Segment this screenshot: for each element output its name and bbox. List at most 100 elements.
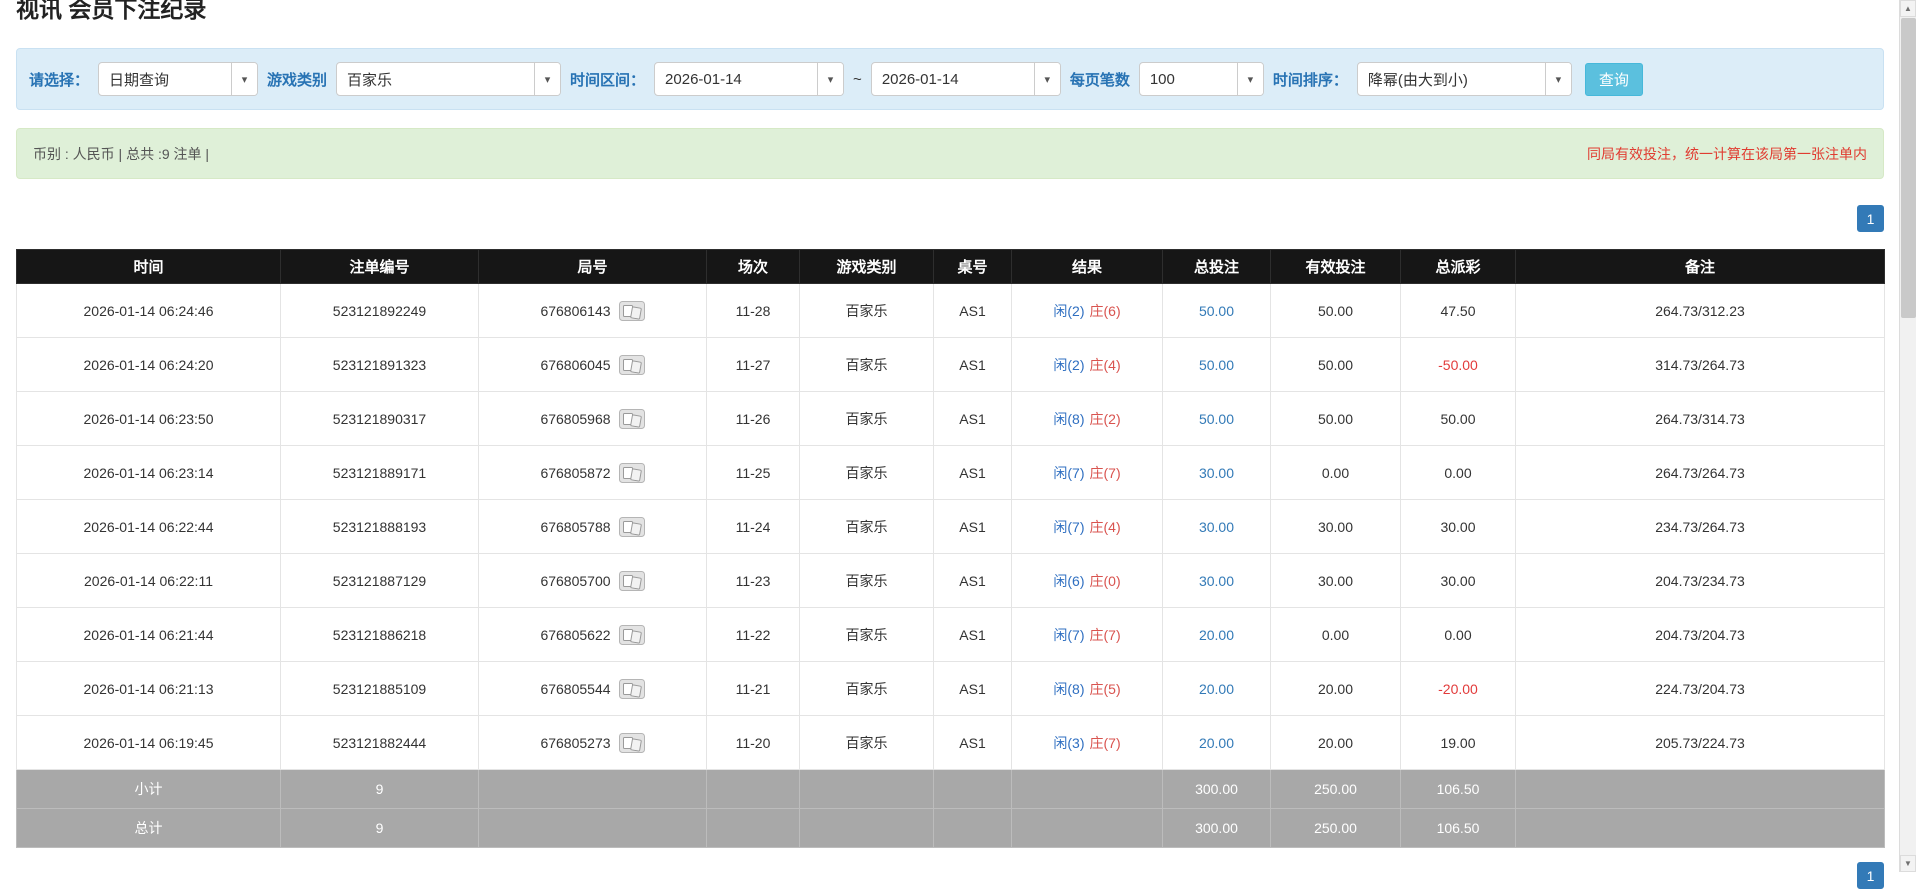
table-no: AS1 bbox=[933, 607, 1012, 662]
total-bet-link[interactable]: 30.00 bbox=[1199, 465, 1234, 481]
col-table-no: 桌号 bbox=[933, 249, 1012, 284]
bet-id: 523121882444 bbox=[280, 715, 479, 770]
replay-icon[interactable] bbox=[618, 678, 645, 699]
chevron-down-icon: ▾ bbox=[231, 63, 258, 95]
search-button[interactable]: 查询 bbox=[1584, 62, 1643, 96]
replay-icon[interactable] bbox=[618, 516, 645, 537]
page-1-button[interactable]: 1 bbox=[1857, 205, 1884, 232]
page-1-button-bottom[interactable]: 1 bbox=[1857, 862, 1884, 889]
replay-icon[interactable] bbox=[618, 732, 645, 753]
sort-label: 时间排序： bbox=[1272, 71, 1348, 89]
chevron-down-icon: ▾ bbox=[1236, 63, 1263, 95]
result-cell: 闲(8) 庄(2) bbox=[1011, 391, 1163, 446]
valid-bet: 0.00 bbox=[1270, 607, 1401, 662]
sort-value: 降幂(由大到小) bbox=[1367, 71, 1468, 89]
col-round-id: 局号 bbox=[478, 249, 707, 284]
total-bet-link[interactable]: 20.00 bbox=[1199, 681, 1234, 697]
total-bet-link[interactable]: 50.00 bbox=[1199, 303, 1234, 319]
round-id: 676806143 bbox=[540, 302, 611, 319]
round-id: 676805700 bbox=[540, 572, 611, 589]
query-type-select[interactable]: 日期查询 ▾ bbox=[98, 62, 259, 96]
replay-icon[interactable] bbox=[618, 300, 645, 321]
replay-icon[interactable] bbox=[618, 570, 645, 591]
table-row: 2026-01-14 06:21:44 523121886218 6768056… bbox=[16, 607, 1885, 662]
payout: -20.00 bbox=[1400, 661, 1516, 716]
total-payout: 106.50 bbox=[1400, 808, 1516, 848]
result-cell: 闲(6) 庄(0) bbox=[1011, 553, 1163, 608]
valid-bet: 20.00 bbox=[1270, 715, 1401, 770]
note: 264.73/264.73 bbox=[1515, 445, 1885, 500]
result-banker: 庄(0) bbox=[1089, 572, 1121, 589]
valid-bet: 30.00 bbox=[1270, 553, 1401, 608]
sort-select[interactable]: 降幂(由大到小) ▾ bbox=[1356, 62, 1572, 96]
round-id: 676805544 bbox=[540, 680, 611, 697]
result-player: 闲(8) bbox=[1053, 680, 1085, 697]
table-row: 2026-01-14 06:23:50 523121890317 6768059… bbox=[16, 391, 1885, 446]
round-cell: 676805700 bbox=[478, 553, 707, 608]
result-player: 闲(3) bbox=[1053, 734, 1085, 751]
bet-id: 523121886218 bbox=[280, 607, 479, 662]
table-no: AS1 bbox=[933, 283, 1012, 338]
bet-time: 2026-01-14 06:21:44 bbox=[16, 607, 281, 662]
valid-bet: 50.00 bbox=[1270, 337, 1401, 392]
total-bet-link[interactable]: 30.00 bbox=[1199, 519, 1234, 535]
total-bet-link[interactable]: 50.00 bbox=[1199, 357, 1234, 373]
result-player: 闲(7) bbox=[1053, 626, 1085, 643]
game-type: 百家乐 bbox=[799, 715, 934, 770]
payout: 30.00 bbox=[1400, 499, 1516, 554]
col-valid-bet: 有效投注 bbox=[1270, 249, 1401, 284]
replay-icon[interactable] bbox=[618, 624, 645, 645]
bet-time: 2026-01-14 06:21:13 bbox=[16, 661, 281, 716]
bet-id: 523121890317 bbox=[280, 391, 479, 446]
round-cell: 676805968 bbox=[478, 391, 707, 446]
round-id: 676805273 bbox=[540, 734, 611, 751]
total-bet-link[interactable]: 20.00 bbox=[1199, 627, 1234, 643]
note: 314.73/264.73 bbox=[1515, 337, 1885, 392]
result-cell: 闲(7) 庄(4) bbox=[1011, 499, 1163, 554]
result-cell: 闲(2) 庄(4) bbox=[1011, 337, 1163, 392]
game-type-value: 百家乐 bbox=[347, 71, 393, 89]
replay-icon[interactable] bbox=[618, 354, 645, 375]
game-type: 百家乐 bbox=[799, 661, 934, 716]
table-row: 2026-01-14 06:22:44 523121888193 6768057… bbox=[16, 499, 1885, 554]
chevron-down-icon: ▾ bbox=[1033, 63, 1060, 95]
scroll-down-icon[interactable]: ▼ bbox=[1900, 855, 1916, 872]
replay-icon[interactable] bbox=[618, 462, 645, 483]
total-label: 总计 bbox=[16, 808, 281, 848]
result-cell: 闲(2) 庄(6) bbox=[1011, 283, 1163, 338]
total-bet-link[interactable]: 30.00 bbox=[1199, 573, 1234, 589]
col-game-type: 游戏类别 bbox=[799, 249, 934, 284]
vertical-scrollbar[interactable]: ▲ ▼ bbox=[1899, 0, 1916, 872]
session: 11-22 bbox=[706, 607, 800, 662]
payout: 47.50 bbox=[1400, 283, 1516, 338]
query-type-label: 请选择： bbox=[29, 71, 90, 89]
col-session: 场次 bbox=[706, 249, 800, 284]
round-id: 676805788 bbox=[540, 518, 611, 535]
game-type: 百家乐 bbox=[799, 607, 934, 662]
scrollbar-thumb[interactable] bbox=[1901, 18, 1916, 318]
result-banker: 庄(5) bbox=[1089, 680, 1121, 697]
result-cell: 闲(8) 庄(5) bbox=[1011, 661, 1163, 716]
bet-time: 2026-01-14 06:24:20 bbox=[16, 337, 281, 392]
chevron-down-icon: ▾ bbox=[1544, 63, 1571, 95]
note: 204.73/204.73 bbox=[1515, 607, 1885, 662]
bet-time: 2026-01-14 06:24:46 bbox=[16, 283, 281, 338]
date-from-select[interactable]: 2026-01-14 ▾ bbox=[654, 62, 845, 96]
total-bet-cell: 50.00 bbox=[1162, 337, 1271, 392]
subtotal-row: 小计 9 300.00 250.00 106.50 bbox=[16, 769, 1885, 809]
result-player: 闲(2) bbox=[1053, 302, 1085, 319]
total-bet-link[interactable]: 50.00 bbox=[1199, 411, 1234, 427]
subtotal-count: 9 bbox=[280, 769, 479, 809]
replay-icon[interactable] bbox=[618, 408, 645, 429]
page-size-select[interactable]: 100 ▾ bbox=[1138, 62, 1264, 96]
round-cell: 676806045 bbox=[478, 337, 707, 392]
scroll-up-icon[interactable]: ▲ bbox=[1900, 0, 1916, 17]
total-bet-link[interactable]: 20.00 bbox=[1199, 735, 1234, 751]
date-to-select[interactable]: 2026-01-14 ▾ bbox=[870, 62, 1061, 96]
query-type-value: 日期查询 bbox=[109, 71, 170, 89]
table-no: AS1 bbox=[933, 715, 1012, 770]
session: 11-20 bbox=[706, 715, 800, 770]
game-type-select[interactable]: 百家乐 ▾ bbox=[336, 62, 562, 96]
chevron-down-icon: ▾ bbox=[817, 63, 844, 95]
total-bet-cell: 30.00 bbox=[1162, 553, 1271, 608]
